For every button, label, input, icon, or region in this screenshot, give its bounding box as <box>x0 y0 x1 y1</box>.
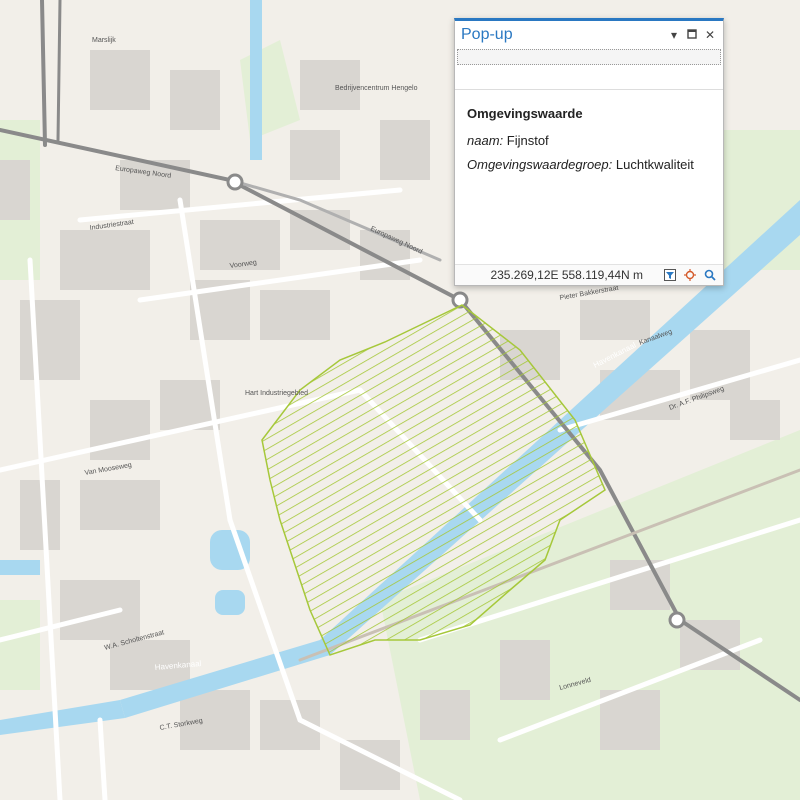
popup-panel[interactable]: Pop-up ▾ ✕ Omgevingswaarde naam: Fijnsto… <box>454 18 724 286</box>
field-value: Fijnstof <box>506 133 549 148</box>
filter-icon[interactable] <box>663 268 677 282</box>
popup-title: Pop-up <box>461 26 513 43</box>
street-label: Hart Industriegebied <box>245 390 308 397</box>
locate-icon[interactable] <box>683 268 697 282</box>
field-label: naam: <box>467 133 504 148</box>
coordinates-readout: 235.269,12E 558.119,44N m <box>490 268 643 282</box>
street-label: Marslijk <box>92 37 116 44</box>
feature-heading: Omgevingswaarde <box>467 106 583 121</box>
maximize-icon[interactable] <box>685 28 699 42</box>
field-value: Luchtkwaliteit <box>615 157 694 172</box>
popup-content: Omgevingswaarde naam: Fijnstof Omgevings… <box>455 90 723 172</box>
close-icon[interactable]: ✕ <box>703 28 717 42</box>
field-row-omgevingswaardegroep: Omgevingswaardegroep: Luchtkwaliteit <box>467 157 711 172</box>
popup-toolstrip[interactable] <box>457 49 721 65</box>
street-label: Bedrijvencentrum Hengelo <box>335 85 418 92</box>
popup-titlebar[interactable]: Pop-up ▾ ✕ <box>455 21 723 49</box>
field-row-naam: naam: Fijnstof <box>467 133 711 148</box>
zoom-icon[interactable] <box>703 268 717 282</box>
popup-footer: 235.269,12E 558.119,44N m <box>455 264 723 285</box>
dropdown-icon[interactable]: ▾ <box>667 28 681 42</box>
field-label: Omgevingswaardegroep: <box>467 157 613 172</box>
